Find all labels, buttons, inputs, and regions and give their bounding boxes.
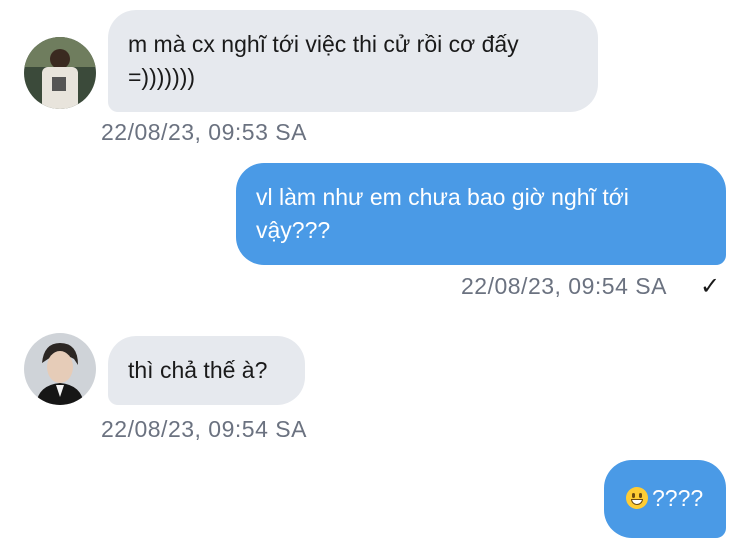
avatar-image-2 (24, 333, 96, 405)
message-bubble-incoming[interactable]: thì chả thế à? (108, 336, 305, 405)
grinning-face-icon (626, 487, 648, 509)
avatar-image-1 (24, 37, 96, 109)
contact-avatar[interactable] (24, 37, 96, 109)
message-timestamp: 22/08/23, 09:54 SA (461, 273, 667, 299)
message-text: vl làm như em chưa bao giờ nghĩ tới vậy?… (256, 184, 629, 243)
message-timestamp: 22/08/23, 09:53 SA (101, 119, 307, 145)
message-timestamp: 22/08/23, 09:54 SA (101, 416, 307, 442)
message-bubble-outgoing[interactable]: vl làm như em chưa bao giờ nghĩ tới vậy?… (236, 163, 726, 265)
message-text: thì chả thế à? (128, 357, 268, 383)
sent-check-icon: ✓ (700, 273, 721, 300)
message-bubble-outgoing[interactable]: ???? (604, 460, 726, 538)
contact-avatar[interactable] (24, 333, 96, 405)
message-text: ???? (652, 485, 704, 511)
message-bubble-incoming[interactable]: m mà cx nghĩ tới việc thi cử rồi cơ đấy … (108, 10, 598, 112)
message-text: m mà cx nghĩ tới việc thi cử rồi cơ đấy … (128, 31, 519, 90)
